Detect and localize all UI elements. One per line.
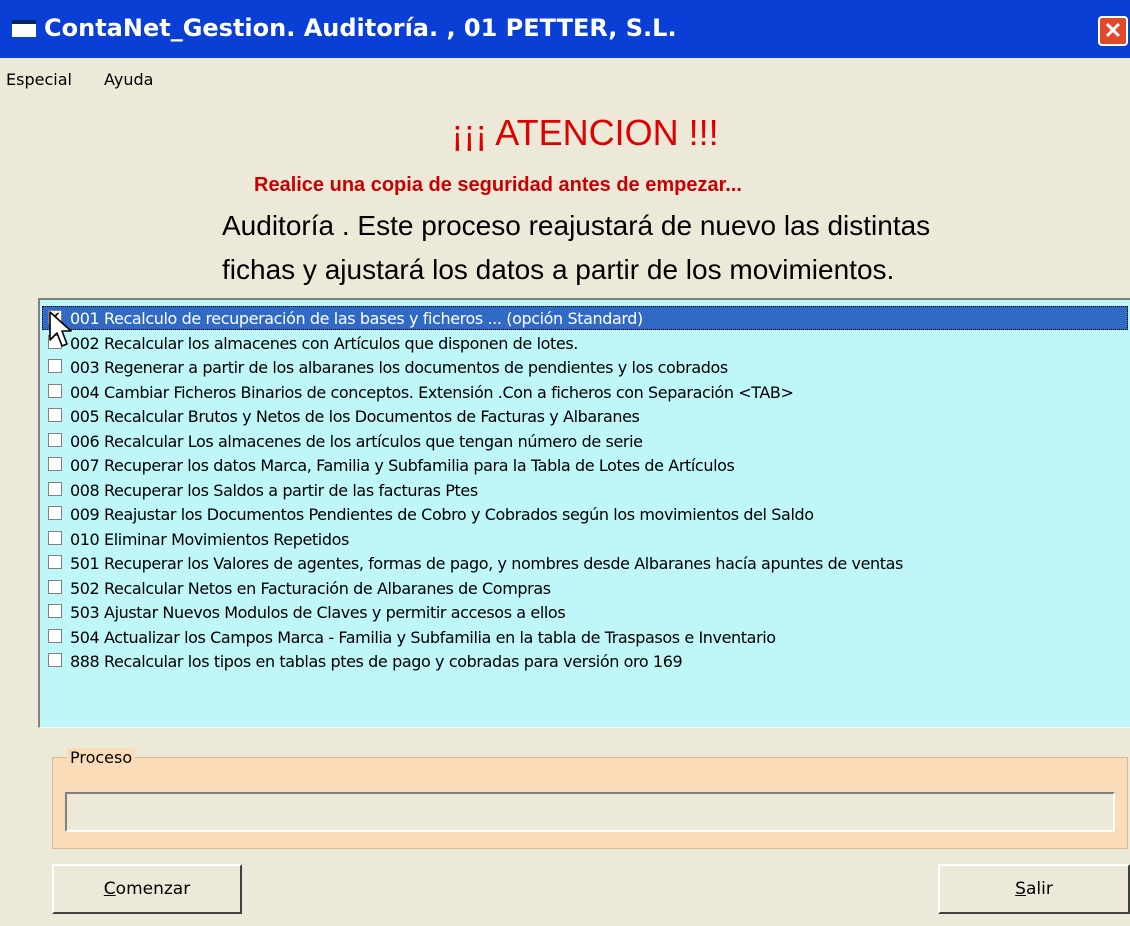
option-row[interactable]: 501 Recuperar los Valores de agentes, fo… [42,551,1128,575]
checkbox[interactable] [48,334,62,349]
start-button-accel: C [103,879,116,899]
option-row[interactable]: 504 Actualizar los Campos Marca - Famili… [42,625,1128,649]
checkbox[interactable] [48,408,62,422]
process-group: Proceso [52,748,1128,849]
checkbox[interactable] [48,506,62,520]
option-label: 008 Recuperar los Saldos a partir de las… [70,480,478,500]
exit-button[interactable]: Salir [938,864,1130,914]
checkbox[interactable] [48,457,62,471]
option-label: 503 Ajustar Nuevos Modulos de Claves y p… [70,603,566,622]
close-button[interactable]: ✕ [1098,16,1128,46]
menu-especial[interactable]: Especial [6,70,72,89]
checkbox[interactable] [48,432,62,447]
option-row[interactable]: 005 Recalcular Brutos y Netos de los Doc… [42,404,1128,428]
app-window-icon [12,20,36,37]
progress-bar [65,792,1115,832]
checkbox[interactable] [48,383,62,398]
title-bar: ContaNet_Gestion. Auditoría. , 01 PETTER… [0,0,1130,58]
option-label: 006 Recalcular Los almacenes de los artí… [70,431,643,451]
option-label: 501 Recuperar los Valores de agentes, fo… [70,554,903,573]
menu-bar: Especial Ayuda [0,63,1130,93]
option-row[interactable]: 008 Recuperar los Saldos a partir de las… [42,478,1128,502]
description-line-1: Auditoría . Este proceso reajustará de n… [222,210,931,241]
option-label: 001 Recalculo de recuperación de las bas… [70,309,643,328]
checkbox[interactable] [48,604,62,618]
option-label: 010 Eliminar Movimientos Repetidos [70,529,349,549]
option-label: 009 Reajustar los Documentos Pendientes … [70,505,814,524]
option-row[interactable]: 002 Recalcular los almacenes con Artícul… [42,331,1128,355]
option-row[interactable]: 009 Reajustar los Documentos Pendientes … [42,502,1128,526]
checkbox[interactable] [48,579,62,594]
option-row[interactable]: 502 Recalcular Netos en Facturación de A… [42,576,1128,600]
menu-ayuda[interactable]: Ayuda [104,70,153,89]
option-label: 002 Recalcular los almacenes con Artícul… [70,333,578,353]
option-row[interactable]: ✔ 001 Recalculo de recuperación de las ba… [42,306,1128,330]
checkbox[interactable] [48,530,62,545]
option-row[interactable]: 010 Eliminar Movimientos Repetidos [42,527,1128,551]
exit-button-label: alir [1025,879,1053,899]
option-row[interactable]: 006 Recalcular Los almacenes de los artí… [42,429,1128,453]
audit-options-list[interactable]: ✔ 001 Recalculo de recuperación de las ba… [38,298,1130,728]
checkbox[interactable] [48,555,62,569]
process-description: Auditoría . Este proceso reajustará de n… [222,204,930,292]
option-row[interactable]: 003 Regenerar a partir de los albaranes … [42,355,1128,379]
option-row[interactable]: 007 Recuperar los datos Marca, Familia y… [42,453,1128,477]
checked-checkbox[interactable]: ✔ [48,310,62,324]
description-line-2: fichas y ajustará los datos a partir de … [222,254,895,285]
option-label: 004 Cambiar Ficheros Binarios de concept… [70,382,794,402]
backup-notice: Realice una copia de seguridad antes de … [254,174,742,196]
start-button[interactable]: Comenzar [52,864,242,914]
process-group-label: Proceso [67,748,136,767]
start-button-label: omenzar [115,879,191,899]
option-label: 504 Actualizar los Campos Marca - Famili… [70,627,776,647]
option-row[interactable]: 888 Recalcular los tipos en tablas ptes … [42,649,1128,673]
option-label: 007 Recuperar los datos Marca, Familia y… [70,456,735,475]
checkbox[interactable] [48,359,62,373]
option-row[interactable]: 503 Ajustar Nuevos Modulos de Claves y p… [42,600,1128,624]
option-label: 003 Regenerar a partir de los albaranes … [70,358,728,377]
option-row[interactable]: 004 Cambiar Ficheros Binarios de concept… [42,380,1128,404]
option-label: 005 Recalcular Brutos y Netos de los Doc… [70,407,640,426]
checkbox[interactable] [48,481,62,496]
exit-button-accel: S [1015,879,1026,899]
warning-heading: ¡¡¡ ATENCION !!! [451,112,719,153]
checkbox[interactable] [48,628,62,643]
option-label: 888 Recalcular los tipos en tablas ptes … [70,652,683,671]
checkbox[interactable] [48,653,62,667]
window-title: ContaNet_Gestion. Auditoría. , 01 PETTER… [44,14,677,42]
option-label: 502 Recalcular Netos en Facturación de A… [70,578,551,598]
